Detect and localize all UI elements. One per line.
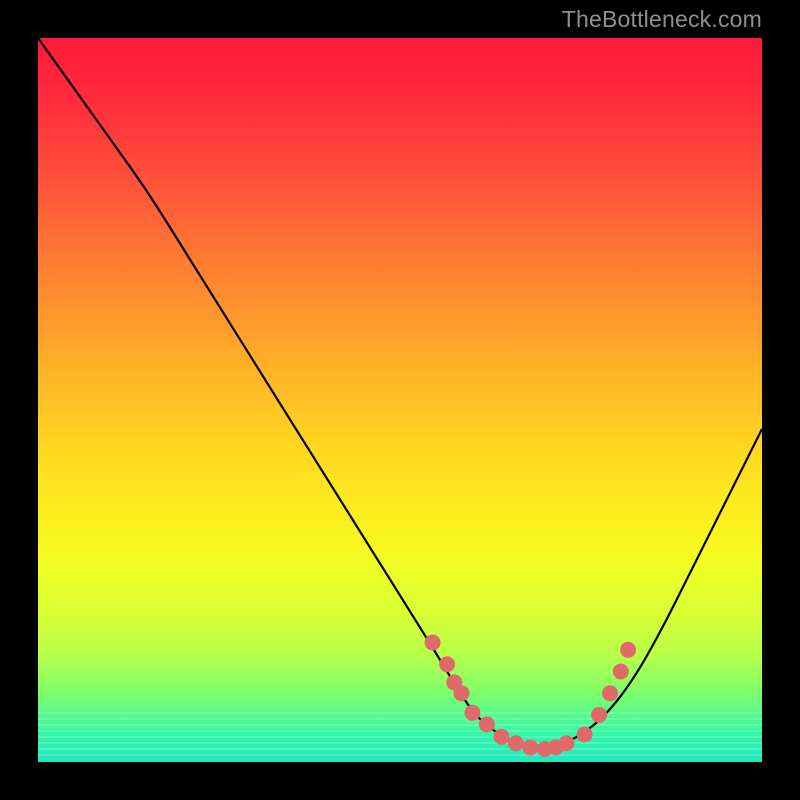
- marker-dot: [494, 729, 509, 744]
- marker-dot: [592, 707, 607, 722]
- marker-dot: [465, 705, 480, 720]
- marker-dot: [559, 736, 574, 751]
- attribution-text: TheBottleneck.com: [562, 6, 762, 33]
- marker-dot: [508, 736, 523, 751]
- marker-dot: [577, 727, 592, 742]
- marker-dot: [440, 657, 455, 672]
- bottleneck-curve: [38, 38, 762, 748]
- marker-dot: [603, 686, 618, 701]
- marker-dot: [621, 642, 636, 657]
- marker-dot: [613, 664, 628, 679]
- marker-dot: [425, 635, 440, 650]
- marker-dot: [479, 717, 494, 732]
- marker-dots: [425, 635, 635, 757]
- chart-container: TheBottleneck.com: [0, 0, 800, 800]
- chart-svg: [38, 38, 762, 762]
- marker-dot: [454, 686, 469, 701]
- marker-dot: [523, 740, 538, 755]
